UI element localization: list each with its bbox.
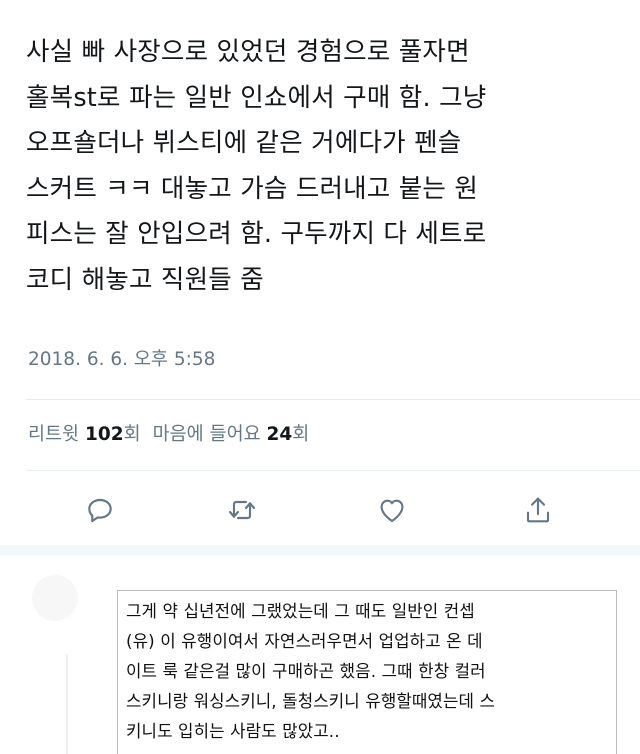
like-count: 24 xyxy=(266,424,293,445)
like-button[interactable] xyxy=(372,490,412,530)
tweet-actions xyxy=(0,490,640,530)
like-count-link[interactable]: 마음에 들어요 24회 xyxy=(153,424,310,445)
section-separator xyxy=(0,545,640,555)
tweet-timestamp[interactable]: 2018. 6. 6. 오후 5:58 xyxy=(28,345,215,371)
share-button[interactable] xyxy=(518,490,558,530)
reply-icon xyxy=(88,498,112,523)
reply-button[interactable] xyxy=(80,490,120,530)
tweet-text: 사실 빠 사장으로 있었던 경험으로 풀자면 홀복st로 파는 일반 인쇼에서 … xyxy=(26,37,487,295)
thread-line xyxy=(66,654,68,754)
reply-text: 그게 약 십년전에 그랬었는데 그 때도 일반인 컨셉 (유) 이 유행이여서 … xyxy=(126,601,496,741)
retweet-icon xyxy=(228,500,256,520)
like-unit: 회 xyxy=(292,424,310,445)
avatar[interactable] xyxy=(32,575,78,621)
retweet-button[interactable] xyxy=(222,490,262,530)
reply-header-faded xyxy=(118,576,614,586)
retweet-label: 리트윗 xyxy=(28,424,80,445)
divider xyxy=(26,399,640,400)
retweet-count-link[interactable]: 리트윗 102회 xyxy=(28,424,141,445)
reply-tweet[interactable]: 그게 약 십년전에 그랬었는데 그 때도 일반인 컨셉 (유) 이 유행이여서 … xyxy=(117,590,617,754)
engagement-stats: 리트윗 102회 마음에 들어요 24회 xyxy=(28,420,309,446)
heart-icon xyxy=(380,499,404,522)
divider xyxy=(26,470,640,471)
retweet-unit: 회 xyxy=(123,424,141,445)
like-label: 마음에 들어요 xyxy=(152,424,261,445)
share-icon xyxy=(526,497,550,523)
retweet-count: 102 xyxy=(84,424,124,445)
